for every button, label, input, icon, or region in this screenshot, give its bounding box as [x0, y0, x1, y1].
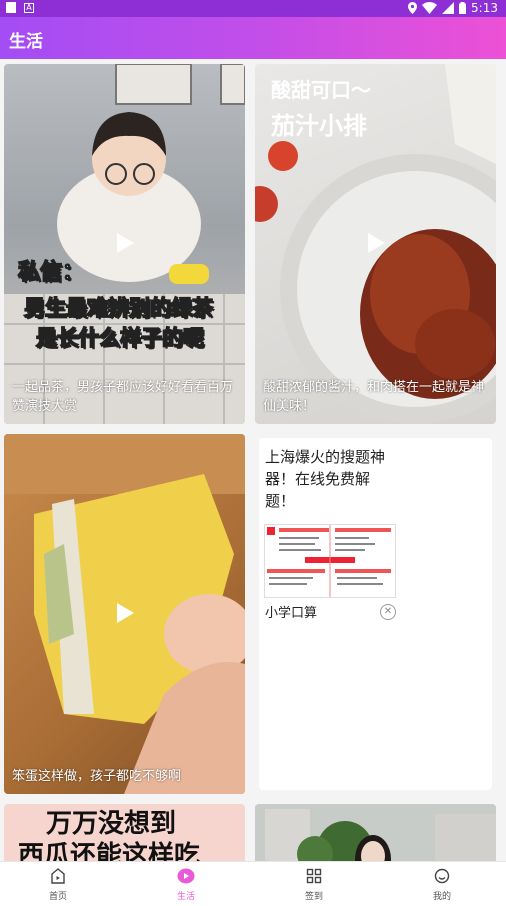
location-icon: [408, 2, 418, 14]
signal-icon: [442, 2, 455, 14]
video-caption: 酸甜浓郁的酱汁，和肉搭在一起就是神仙美味！: [263, 380, 485, 414]
nav-item-home[interactable]: 首页: [28, 868, 88, 902]
nav-item-life[interactable]: 生活: [156, 868, 216, 902]
overlay-line-1: 私信：: [17, 259, 85, 286]
app-bar: 生活: [0, 17, 506, 59]
video-card-5[interactable]: [255, 804, 496, 861]
close-icon[interactable]: ✕: [380, 604, 396, 620]
wifi-icon: [422, 2, 438, 14]
home-play-icon: [51, 868, 65, 884]
ad-source: 小学口算: [265, 606, 318, 621]
overlay-line-3: 是长什么样子的呢: [35, 325, 205, 351]
grid-icon: [306, 868, 322, 884]
video-card-1[interactable]: 私信： 男生最难辨别的绿茶 是长什么样子的呢 一起品茶，男孩子都应该好好看看百万…: [4, 64, 245, 424]
notification-a-icon: A: [24, 2, 34, 13]
play-icon[interactable]: [114, 232, 136, 254]
overlay-line-2: 茄汁小排: [271, 112, 367, 140]
video-card-3[interactable]: 笨蛋这样做，孩子都吃不够啊: [4, 434, 245, 794]
play-icon[interactable]: [114, 602, 136, 624]
ad-title: 上海爆火的搜题神器！在线免费解题！: [265, 448, 386, 510]
overlay-line-2: 西瓜还能这样吃: [18, 841, 201, 861]
page-title: 生活: [9, 32, 43, 52]
nav-label: 首页: [48, 892, 67, 902]
video-caption: 一起品茶，男孩子都应该好好看看百万赞演技大赏: [12, 380, 234, 414]
battery-icon: [459, 2, 467, 14]
video-thumbnail: [255, 804, 496, 861]
nav-label: 生活: [176, 892, 195, 902]
ad-card[interactable]: 上海爆火的搜题神器！在线免费解题！ 小学口算 ✕: [259, 438, 492, 790]
nav-item-mine[interactable]: 我的: [412, 868, 472, 902]
video-card-2[interactable]: 酸甜可口～ 茄汁小排 酸甜浓郁的酱汁，和肉搭在一起就是神仙美味！: [255, 64, 496, 424]
life-play-icon: [177, 868, 195, 884]
ad-image: [264, 524, 396, 598]
nav-label: 签到: [304, 892, 323, 902]
notification-icons: A: [6, 2, 34, 13]
system-icons: 5:13: [408, 1, 498, 15]
video-caption: 笨蛋这样做，孩子都吃不够啊: [12, 769, 182, 784]
status-time: 5:13: [471, 1, 498, 15]
video-card-4[interactable]: 万万没想到 西瓜还能这样吃: [4, 804, 245, 861]
overlay-line-1: 酸甜可口～: [271, 78, 371, 102]
overlay-line-2: 男生最难辨别的绿茶: [23, 295, 214, 321]
bottom-nav: 首页 生活 签到 我的: [0, 861, 506, 906]
status-bar: A 5:13: [0, 0, 506, 17]
notification-square-icon: [6, 2, 16, 13]
nav-item-checkin[interactable]: 签到: [284, 868, 344, 902]
smile-icon: [434, 868, 450, 884]
play-icon[interactable]: [365, 232, 387, 254]
nav-label: 我的: [432, 892, 451, 902]
